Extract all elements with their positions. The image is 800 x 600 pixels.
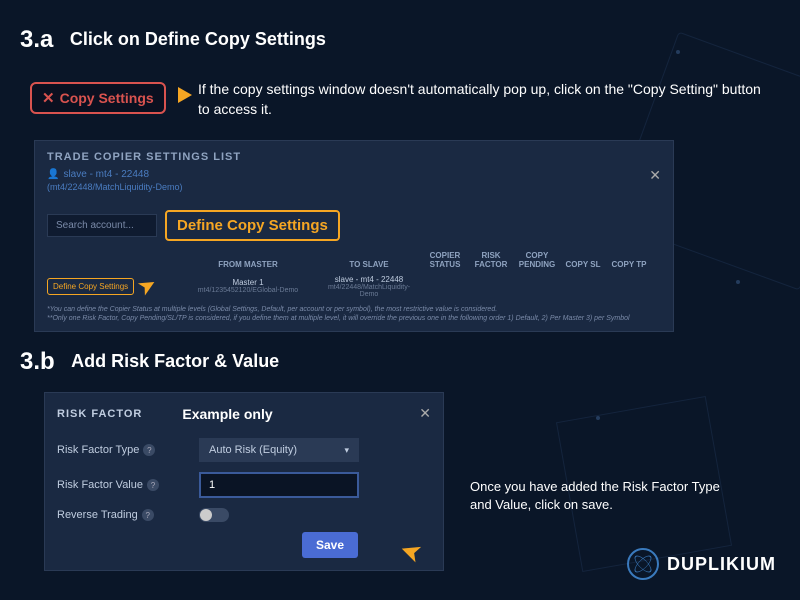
table-row: Define Copy Settings ➤ Master 1 mt4/1235… <box>47 273 661 299</box>
step-title: Click on Define Copy Settings <box>70 29 326 50</box>
help-icon[interactable]: ? <box>143 444 155 456</box>
close-icon[interactable]: ✕ <box>419 405 431 422</box>
slave-name: slave - mt4 - 22448 <box>319 275 419 284</box>
save-button[interactable]: Save <box>302 532 358 558</box>
step-title: Add Risk Factor & Value <box>71 351 279 372</box>
risk-factor-panel: RISK FACTOR Example only ✕ Risk Factor T… <box>44 392 444 571</box>
risk-type-label: Risk Factor Type <box>57 444 139 456</box>
define-copy-settings-button[interactable]: Define Copy Settings <box>47 278 134 295</box>
pointer-arrow-icon: ➤ <box>133 270 162 302</box>
brand-logo: DUPLIKIUM <box>627 548 776 580</box>
step-number: 3.b <box>20 348 55 376</box>
col-copy-pending: COPY PENDING <box>517 251 557 269</box>
step-3b-note: Once you have added the Risk Factor Type… <box>470 478 740 514</box>
reverse-trading-label: Reverse Trading <box>57 509 138 521</box>
close-icon[interactable]: ✕ <box>649 167 661 184</box>
col-to-slave: TO SLAVE <box>319 260 419 269</box>
risk-value-label: Risk Factor Value <box>57 479 143 491</box>
slave-account-line: 👤 slave - mt4 - 22448 <box>47 169 661 180</box>
x-icon: ✕ <box>42 89 55 107</box>
risk-type-value: Auto Risk (Equity) <box>209 444 297 456</box>
step-3a-header: 3.a Click on Define Copy Settings <box>20 26 326 54</box>
copy-settings-label: Copy Settings <box>60 90 154 106</box>
user-icon: 👤 <box>47 169 59 180</box>
panel-footnote: *You can define the Copier Status at mul… <box>47 305 661 323</box>
step-number: 3.a <box>20 26 53 54</box>
risk-value-input[interactable]: 1 <box>199 472 359 498</box>
help-icon[interactable]: ? <box>142 509 154 521</box>
panel-title: TRADE COPIER SETTINGS LIST <box>47 151 661 163</box>
copy-settings-button[interactable]: ✕ Copy Settings <box>30 82 166 114</box>
slave-path: mt4/22448/MatchLiquidity-Demo <box>319 284 419 298</box>
slave-account-label: slave - mt4 - 22448 <box>63 169 149 180</box>
col-from-master: FROM MASTER <box>183 260 313 269</box>
master-path: mt4/1235452120/EGlobal-Demo <box>183 287 313 294</box>
risk-type-select[interactable]: Auto Risk (Equity) ▾ <box>199 438 359 462</box>
brand-name: DUPLIKIUM <box>667 554 776 575</box>
reverse-trading-toggle[interactable] <box>199 508 229 522</box>
example-label: Example only <box>182 406 272 422</box>
col-risk-factor: RISK FACTOR <box>471 251 511 269</box>
col-copy-sl: COPY SL <box>563 260 603 269</box>
slave-account-path: (mt4/22448/MatchLiquidity-Demo) <box>47 182 661 192</box>
risk-panel-title: RISK FACTOR <box>57 408 142 420</box>
search-input[interactable]: Search account... <box>47 214 157 237</box>
master-name: Master 1 <box>183 278 313 287</box>
table-headers: FROM MASTER TO SLAVE COPIER STATUS RISK … <box>47 251 661 269</box>
define-copy-settings-callout: Define Copy Settings <box>165 210 340 241</box>
play-arrow-icon <box>178 87 192 103</box>
step-3b-header: 3.b Add Risk Factor & Value <box>20 348 279 376</box>
col-copy-tp: COPY TP <box>609 260 649 269</box>
help-icon[interactable]: ? <box>147 479 159 491</box>
globe-icon <box>627 548 659 580</box>
step-3a-note: If the copy settings window doesn't auto… <box>198 80 770 119</box>
settings-panel: TRADE COPIER SETTINGS LIST 👤 slave - mt4… <box>34 140 674 332</box>
col-copier-status: COPIER STATUS <box>425 251 465 269</box>
chevron-down-icon: ▾ <box>344 445 349 456</box>
